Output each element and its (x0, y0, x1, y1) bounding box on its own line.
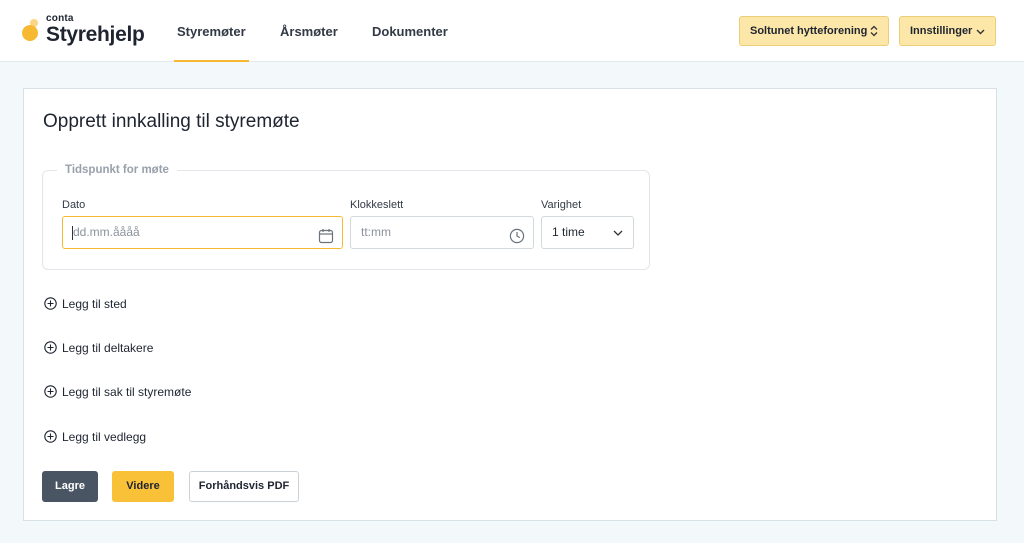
create-meeting-card: Opprett innkalling til styremøte Tidspun… (23, 88, 997, 521)
app-logo[interactable]: conta Styrehjelp (22, 13, 152, 49)
nav-tab-dokumenter[interactable]: Dokumenter (372, 0, 448, 62)
logo-name: Styrehjelp (46, 23, 145, 46)
duration-select[interactable]: 1 time (541, 216, 634, 249)
nav-tab-arsmoter[interactable]: Årsmøter (280, 0, 338, 62)
add-participants-label: Legg til deltakere (62, 341, 154, 355)
duration-label: Varighet (541, 199, 582, 211)
text-caret (72, 226, 73, 240)
clock-icon (509, 225, 525, 244)
logo-dot (22, 25, 38, 41)
settings-label: Innstillinger (910, 25, 973, 37)
top-header: conta Styrehjelp Styremøter Årsmøter Dok… (0, 0, 1024, 62)
plus-circle-icon (44, 430, 57, 443)
calendar-icon[interactable] (318, 225, 334, 244)
plus-circle-icon (44, 341, 57, 354)
settings-menu-button[interactable]: Innstillinger (899, 16, 996, 46)
add-agenda-item-label: Legg til sak til styremøte (62, 385, 192, 399)
chevron-down-icon (613, 230, 623, 237)
updown-chevron-icon (870, 17, 878, 48)
organization-select-label: Soltunet hytteforening (750, 25, 868, 37)
next-button[interactable]: Videre (112, 471, 174, 502)
date-label: Dato (62, 199, 86, 211)
plus-circle-icon (44, 385, 57, 398)
meeting-time-legend: Tidspunkt for møte (65, 164, 169, 176)
add-location-label: Legg til sted (62, 297, 127, 311)
date-placeholder: dd.mm.åååå (73, 225, 140, 239)
save-button[interactable]: Lagre (42, 471, 98, 502)
time-label: Klokkeslett (350, 199, 404, 211)
preview-pdf-button[interactable]: Forhåndsvis PDF (189, 471, 299, 502)
date-input[interactable]: dd.mm.åååå (62, 216, 343, 249)
page-title: Opprett innkalling til styremøte (43, 111, 300, 132)
chevron-down-icon (976, 17, 985, 35)
time-input[interactable]: tt:mm (350, 216, 534, 249)
time-placeholder: tt:mm (361, 225, 391, 239)
nav-tab-styremoter[interactable]: Styremøter (174, 0, 249, 62)
logo-dot-small (30, 19, 38, 27)
organization-select[interactable]: Soltunet hytteforening (739, 16, 889, 46)
plus-circle-icon (44, 297, 57, 310)
add-attachment-label: Legg til vedlegg (62, 430, 147, 444)
duration-value: 1 time (552, 225, 585, 239)
